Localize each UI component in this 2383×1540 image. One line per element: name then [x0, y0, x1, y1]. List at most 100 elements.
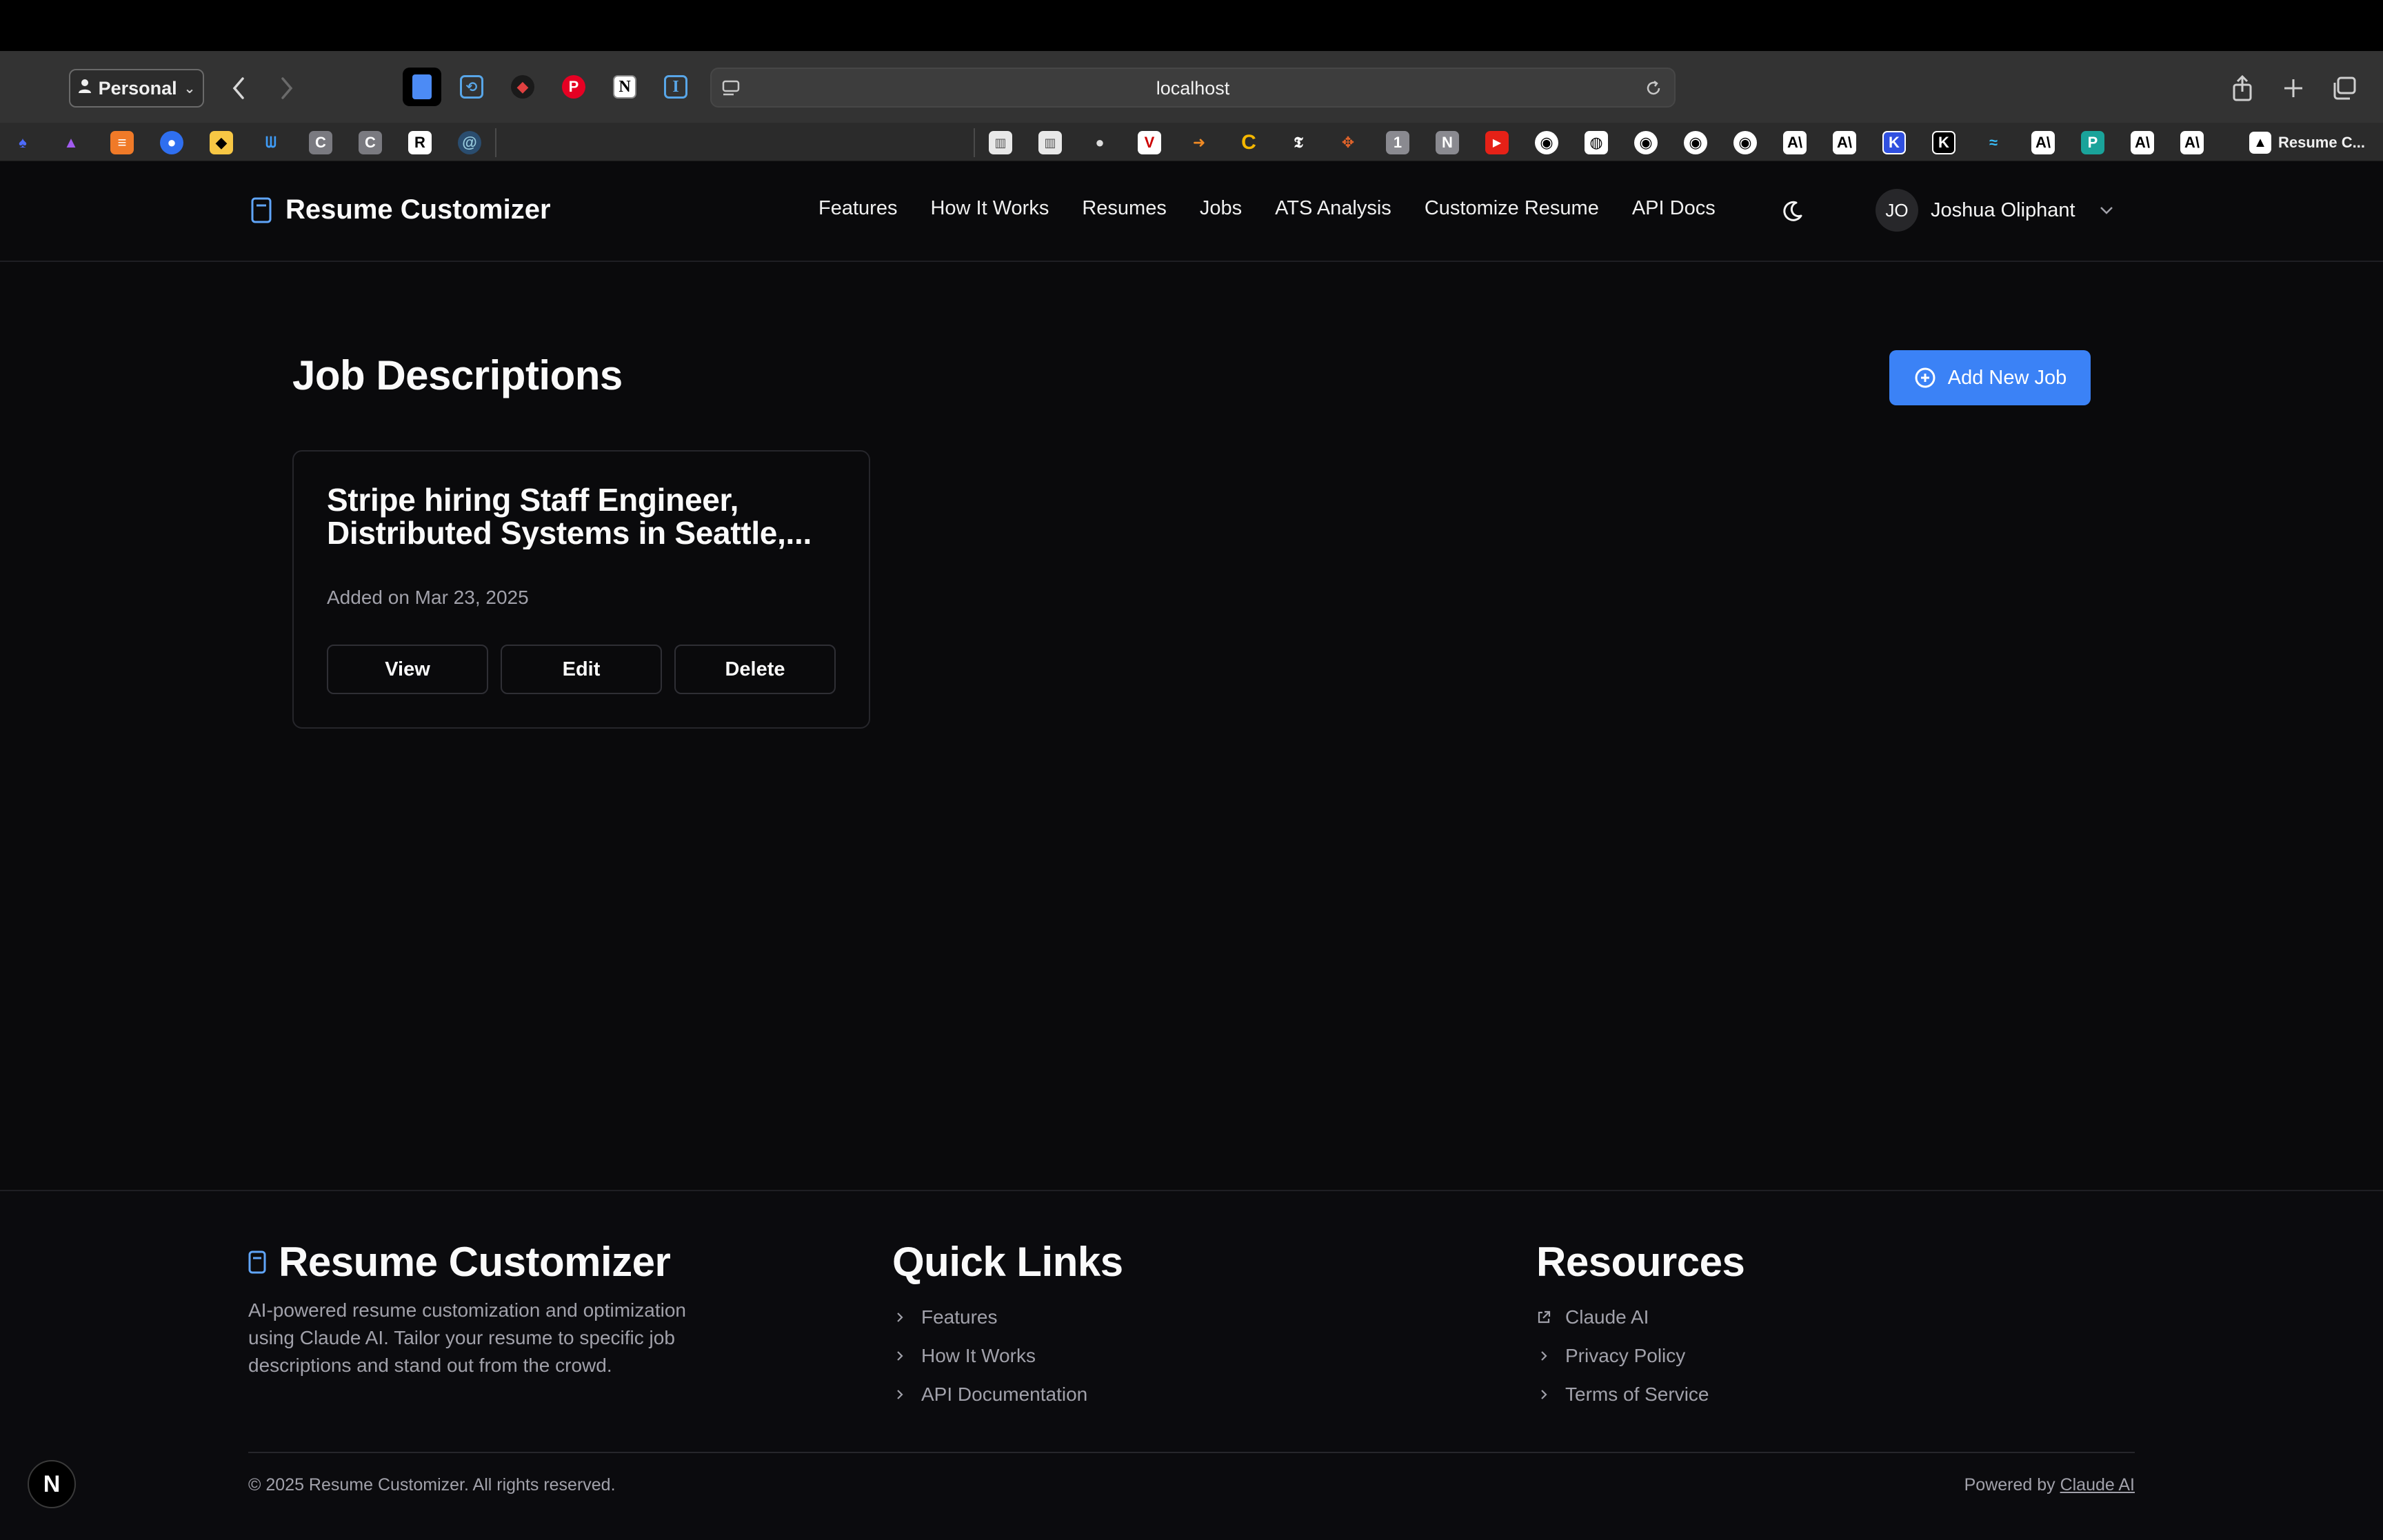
reload-icon[interactable] [1642, 77, 1665, 99]
pinned-tab-docs-icon[interactable] [403, 68, 441, 106]
bookmark-icon[interactable]: C [359, 131, 382, 154]
nav-customize-resume[interactable]: Customize Resume [1425, 197, 1599, 220]
document-icon [251, 197, 272, 223]
github-icon[interactable]: ◉ [1535, 131, 1558, 154]
nav-jobs[interactable]: Jobs [1200, 197, 1242, 220]
bookmark-icon[interactable]: K [1882, 131, 1906, 154]
footer-link-label: API Documentation [921, 1384, 1088, 1405]
footer-resources: Resources Claude AI Privacy Policy Terms… [1536, 1238, 1745, 1414]
active-tab[interactable]: ▲ Resume C... [2249, 128, 2380, 157]
bookmark-icon[interactable]: N [1436, 131, 1459, 154]
os-menu-strip [0, 0, 2383, 51]
bookmark-icon[interactable]: 𝕿 [1287, 131, 1310, 154]
bookmark-icon[interactable]: ✥ [1336, 131, 1360, 154]
edit-button[interactable]: Edit [501, 645, 662, 694]
footer-divider [248, 1452, 2135, 1453]
forward-icon[interactable] [273, 69, 301, 108]
delete-button[interactable]: Delete [674, 645, 836, 694]
url-text: localhost [1156, 78, 1230, 99]
copyright: © 2025 Resume Customizer. All rights res… [248, 1475, 616, 1495]
avatar: JO [1876, 189, 1918, 232]
bookmark-icon[interactable]: ᗯ [259, 131, 283, 154]
active-tab-title: Resume C... [2278, 134, 2365, 151]
bookmark-icon[interactable]: K [1932, 131, 1955, 154]
footer-brand-name: Resume Customizer [279, 1239, 671, 1285]
footer-link-features[interactable]: Features [892, 1298, 1123, 1337]
bookmark-icon[interactable]: ● [1088, 131, 1112, 154]
nav-features[interactable]: Features [818, 197, 897, 220]
theme-toggle-button[interactable] [1778, 197, 1807, 226]
back-icon[interactable] [225, 69, 252, 108]
footer-link-label: Privacy Policy [1565, 1345, 1686, 1366]
bookmark-icon[interactable]: V [1138, 131, 1161, 154]
profile-label: Personal [98, 77, 177, 99]
bookmark-icon[interactable]: ➜ [1187, 131, 1211, 154]
pinned-tab-sync-icon[interactable]: ⟲ [452, 68, 491, 106]
external-link-icon [1538, 1310, 1551, 1324]
bookmark-icon[interactable]: ▶ [1485, 131, 1509, 154]
nextjs-dev-badge[interactable]: N [28, 1460, 76, 1508]
user-menu[interactable]: JO Joshua Oliphant [1876, 189, 2115, 232]
footer-description: AI-powered resume customization and opti… [248, 1299, 686, 1376]
share-icon[interactable] [2227, 69, 2258, 108]
brand-link[interactable]: Resume Customizer [251, 194, 551, 225]
bookmark-icon[interactable]: ◍ [1585, 131, 1608, 154]
chevron-right-icon [897, 1313, 903, 1322]
bookmark-icon[interactable]: C [309, 131, 332, 154]
bookmark-icon[interactable]: C [1237, 131, 1260, 154]
bookmark-separator [495, 128, 496, 157]
footer-brand-column: Resume Customizer AI-powered resume cust… [248, 1238, 703, 1379]
footer-quick-links: Quick Links Features How It Works API Do… [892, 1238, 1123, 1414]
bookmark-icon[interactable]: ▥ [989, 131, 1012, 154]
nav-api-docs[interactable]: API Docs [1632, 197, 1716, 220]
bookmark-icon[interactable]: ◆ [210, 131, 233, 154]
bookmark-icon[interactable]: ▥ [1038, 131, 1062, 154]
anthropic-icon[interactable]: A\ [2031, 131, 2055, 154]
anthropic-icon[interactable]: A\ [1783, 131, 1807, 154]
quick-links-heading: Quick Links [892, 1239, 1123, 1285]
footer-link-terms-of-service[interactable]: Terms of Service [1536, 1375, 1744, 1414]
github-icon[interactable]: ◉ [1733, 131, 1757, 154]
github-icon[interactable]: ◉ [1634, 131, 1658, 154]
brand-name: Resume Customizer [285, 194, 551, 225]
add-new-job-button[interactable]: Add New Job [1889, 350, 2091, 405]
tailwind-icon[interactable]: ≈ [1982, 131, 2005, 154]
person-icon [78, 78, 92, 99]
anthropic-icon[interactable]: A\ [2131, 131, 2154, 154]
moon-icon [1783, 201, 1802, 221]
footer-link-claude-ai[interactable]: Claude AI [1536, 1298, 1744, 1337]
footer-link-label: Features [921, 1306, 998, 1328]
pinned-tab-notion-icon[interactable]: N [605, 68, 644, 106]
bookmark-icon[interactable]: ▲ [59, 131, 83, 154]
job-added-date: Added on Mar 23, 2025 [327, 587, 529, 608]
browser-toolbar: Personal ⌄ ⟲ ◆ P N I localhost [0, 51, 2383, 150]
bookmark-icon[interactable]: ≡ [110, 131, 134, 154]
anthropic-icon[interactable]: A\ [2180, 131, 2204, 154]
bookmark-icon[interactable]: 1 [1386, 131, 1409, 154]
pinned-tab-pinterest-icon[interactable]: P [554, 68, 593, 106]
nav-how-it-works[interactable]: How It Works [930, 197, 1049, 220]
claude-ai-link[interactable]: Claude AI [2060, 1475, 2135, 1495]
tab-overview-icon[interactable] [2329, 69, 2360, 108]
add-new-job-label: Add New Job [1947, 366, 2067, 389]
new-tab-icon[interactable] [2278, 69, 2309, 108]
pinned-tab-bot-icon[interactable]: ◆ [503, 68, 542, 106]
address-bar[interactable]: localhost [710, 68, 1676, 108]
job-card: Stripe hiring Staff Engineer, Distribute… [292, 450, 870, 729]
github-icon[interactable]: ◉ [1684, 131, 1707, 154]
pinned-tab-instapaper-icon[interactable]: I [656, 68, 695, 106]
footer-link-api-documentation[interactable]: API Documentation [892, 1375, 1123, 1414]
bookmark-icon[interactable]: ● [160, 131, 183, 154]
view-button[interactable]: View [327, 645, 488, 694]
nav-resumes[interactable]: Resumes [1082, 197, 1167, 220]
nav-ats-analysis[interactable]: ATS Analysis [1275, 197, 1391, 220]
anthropic-icon[interactable]: A\ [1833, 131, 1856, 154]
bookmark-icon[interactable]: P [2081, 131, 2104, 154]
bookmark-icon[interactable]: R [408, 131, 432, 154]
bookmark-icon[interactable]: ♠ [11, 131, 34, 154]
profile-button[interactable]: Personal ⌄ [69, 69, 204, 108]
bookmark-icon[interactable]: @ [458, 131, 481, 154]
footer-link-privacy-policy[interactable]: Privacy Policy [1536, 1337, 1744, 1375]
footer-link-how-it-works[interactable]: How It Works [892, 1337, 1123, 1375]
page-title: Job Descriptions [292, 352, 623, 398]
